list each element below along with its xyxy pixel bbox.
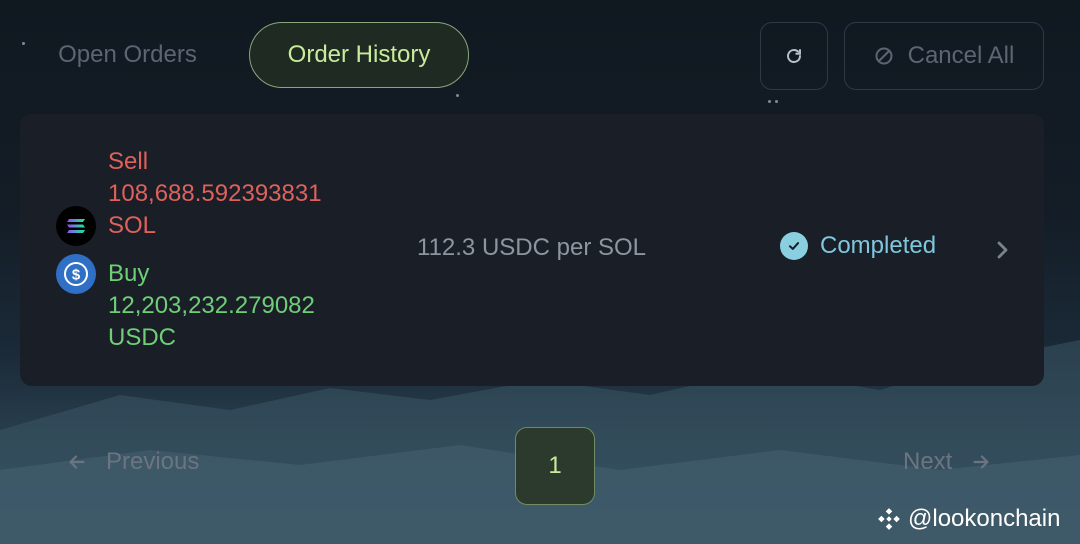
background-star	[456, 94, 459, 97]
svg-text:$: $	[72, 267, 81, 284]
chevron-right-icon[interactable]	[990, 238, 1014, 262]
tab-order-history[interactable]: Order History	[249, 22, 469, 88]
tab-open-orders[interactable]: Open Orders	[40, 22, 215, 88]
order-card[interactable]: $ Sell 108,688.592393831 SOL Buy 12,203,…	[20, 114, 1044, 386]
arrow-right-icon	[973, 455, 989, 469]
check-circle-icon	[780, 232, 808, 260]
background-star	[768, 100, 771, 103]
background-star	[775, 100, 778, 103]
solana-icon	[56, 206, 96, 246]
usdc-icon: $	[56, 254, 96, 294]
buy-amount: 12,203,232.279082	[108, 292, 315, 319]
order-price: 112.3 USDC per SOL	[417, 234, 646, 261]
buy-token: USDC	[108, 324, 177, 351]
status-label: Completed	[820, 232, 937, 259]
sell-label: Sell	[108, 148, 149, 175]
watermark: @lookonchain	[876, 505, 1060, 533]
refresh-icon	[787, 49, 801, 63]
sell-details: Sell 108,688.592393831 SOL	[108, 146, 322, 242]
arrow-left-icon	[69, 455, 85, 469]
page-number-button[interactable]: 1	[515, 427, 595, 505]
watermark-text: @lookonchain	[908, 505, 1061, 532]
sell-token: SOL	[108, 212, 157, 239]
refresh-button[interactable]	[760, 22, 828, 90]
background-star	[22, 42, 25, 45]
cancel-all-button[interactable]: Cancel All	[844, 22, 1044, 90]
buy-label: Buy	[108, 260, 150, 287]
next-page-button[interactable]: Next	[903, 448, 992, 476]
buy-details: Buy 12,203,232.279082 USDC	[108, 258, 315, 354]
status-badge: Completed	[780, 232, 936, 260]
ban-icon	[875, 47, 893, 65]
binance-logo	[878, 508, 900, 530]
next-label: Next	[903, 448, 953, 475]
previous-label: Previous	[106, 448, 200, 475]
previous-page-button[interactable]: Previous	[66, 448, 199, 476]
cancel-all-label: Cancel All	[907, 42, 1015, 69]
sell-amount: 108,688.592393831	[108, 180, 322, 207]
